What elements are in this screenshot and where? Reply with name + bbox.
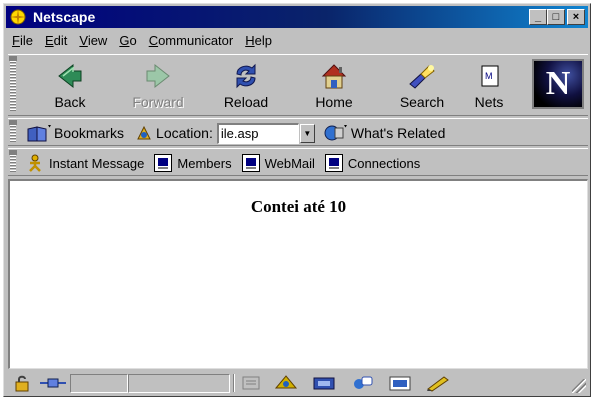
location-dropdown-button[interactable]: ▼: [299, 123, 315, 143]
close-icon: ×: [572, 10, 580, 23]
location-icon: [134, 123, 154, 143]
personal-toolbar: Instant Message Members WebMail Connecti…: [8, 148, 588, 176]
forward-label: Forward: [132, 94, 184, 110]
maximize-button[interactable]: □: [547, 9, 565, 25]
netscape-logo-letter: N: [545, 65, 571, 102]
menu-go[interactable]: Go: [119, 33, 136, 48]
chevron-down-icon: ▼: [303, 128, 312, 138]
address-book-icon[interactable]: [348, 374, 376, 392]
edit-pencil-icon[interactable]: [424, 374, 452, 392]
toolbar-grip[interactable]: [9, 56, 17, 112]
navigation-toolbar: Back Forward Reload Home Search M Nets N: [8, 54, 588, 116]
composer-icon[interactable]: [386, 374, 414, 392]
progress-bar: [70, 373, 128, 393]
browser-window: Netscape _ □ × File Edit View Go Communi…: [3, 3, 591, 397]
svg-text:M: M: [485, 71, 493, 81]
bookmarks-button[interactable]: Bookmarks: [54, 125, 124, 141]
members-button[interactable]: Members: [154, 154, 232, 172]
reload-button[interactable]: Reload: [202, 57, 290, 113]
back-label: Back: [54, 94, 86, 110]
close-button[interactable]: ×: [567, 9, 585, 25]
menu-help[interactable]: Help: [245, 33, 272, 48]
menu-view[interactable]: View: [79, 33, 107, 48]
location-toolbar: Bookmarks Location: ile.asp ▼ What's Rel…: [8, 118, 588, 146]
toolbar-grip[interactable]: [9, 120, 17, 142]
menu-edit[interactable]: Edit: [45, 33, 67, 48]
netscape-logo[interactable]: N: [532, 59, 584, 109]
instant-message-icon: [26, 154, 44, 172]
search-button[interactable]: Search: [378, 57, 466, 113]
menu-bar: File Edit View Go Communicator Help: [6, 30, 588, 50]
search-flashlight-icon: [407, 62, 437, 90]
netscape-button[interactable]: M Nets: [466, 57, 512, 113]
location-label: Location:: [156, 125, 213, 141]
page-content[interactable]: Contei até 10: [8, 179, 588, 369]
home-icon: [319, 62, 349, 90]
minimize-button[interactable]: _: [529, 9, 547, 25]
search-label: Search: [399, 94, 445, 110]
location-value: ile.asp: [220, 126, 259, 141]
page-heading: Contei até 10: [250, 197, 347, 216]
whats-related-button[interactable]: What's Related: [351, 125, 446, 141]
webmail-label: WebMail: [264, 155, 315, 171]
forward-arrow-icon: [143, 62, 173, 90]
status-message: [128, 373, 230, 393]
netscape-app-icon: [9, 8, 27, 26]
connection-status-icon: [38, 374, 68, 392]
security-lock-icon[interactable]: [12, 374, 34, 392]
back-arrow-icon: [55, 62, 85, 90]
webmail-button[interactable]: WebMail: [241, 154, 315, 172]
whats-related-icon: [323, 123, 349, 143]
discussions-icon[interactable]: [310, 374, 338, 392]
members-label: Members: [177, 155, 232, 171]
netscape-page-icon: M: [474, 62, 504, 90]
home-label: Home: [315, 94, 353, 110]
connections-button[interactable]: Connections: [324, 154, 421, 172]
connections-label: Connections: [347, 155, 421, 171]
menu-file[interactable]: File: [12, 33, 33, 48]
resize-grip[interactable]: [572, 379, 586, 393]
title-bar[interactable]: Netscape _ □ ×: [6, 6, 588, 28]
instant-message-button[interactable]: Instant Message: [26, 154, 144, 172]
location-input[interactable]: ile.asp: [216, 122, 299, 144]
back-button[interactable]: Back: [26, 57, 114, 113]
bookmarks-icon: [26, 123, 52, 143]
netscape-label: Nets: [474, 94, 504, 110]
status-bar: [8, 371, 588, 395]
navigator-icon[interactable]: [240, 374, 262, 392]
bookmark-page-icon: [241, 154, 260, 172]
toolbar-grip[interactable]: [9, 150, 17, 172]
reload-label: Reload: [223, 94, 269, 110]
bookmark-page-icon: [324, 154, 343, 172]
forward-button[interactable]: Forward: [114, 57, 202, 113]
maximize-icon: □: [552, 10, 560, 23]
minimize-icon: _: [534, 10, 542, 23]
menu-communicator[interactable]: Communicator: [149, 33, 234, 48]
home-button[interactable]: Home: [290, 57, 378, 113]
window-title: Netscape: [33, 9, 96, 25]
instant-message-label: Instant Message: [49, 155, 145, 171]
mail-icon[interactable]: [272, 374, 300, 392]
bookmark-page-icon: [154, 154, 173, 172]
reload-icon: [231, 62, 261, 90]
